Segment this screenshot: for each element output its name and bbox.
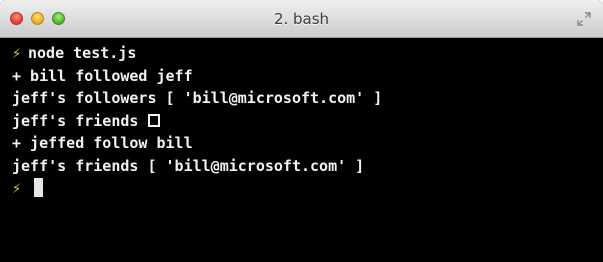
prompt-symbol: ⚡: [12, 179, 22, 197]
terminal-window: 2. bash ⚡ node test.js + bill followed je…: [0, 0, 603, 262]
output-line: jeff's followers [ 'bill@microsoft.com' …: [12, 89, 383, 107]
command-text: node test.js: [28, 44, 137, 62]
title-bar[interactable]: 2. bash: [0, 0, 603, 38]
prompt-symbol: ⚡: [12, 44, 22, 62]
command-line: ⚡ node test.js: [12, 42, 603, 65]
output-line: + bill followed jeff: [12, 66, 193, 85]
output-line: + jeffed follow bill: [12, 134, 193, 152]
text-cursor: [34, 178, 43, 197]
fullscreen-icon[interactable]: [577, 12, 591, 26]
active-prompt-line[interactable]: ⚡: [12, 177, 603, 200]
output-line: jeff's friends [ 'bill@microsoft.com' ]: [12, 156, 365, 175]
output-text: jeff's friends: [12, 111, 148, 130]
terminal-output[interactable]: ⚡ node test.js + bill followed jeff jeff'…: [0, 38, 603, 262]
window-title: 2. bash: [273, 10, 330, 28]
output-line: jeff's friends: [12, 110, 603, 133]
empty-array-box-icon: [148, 113, 161, 127]
